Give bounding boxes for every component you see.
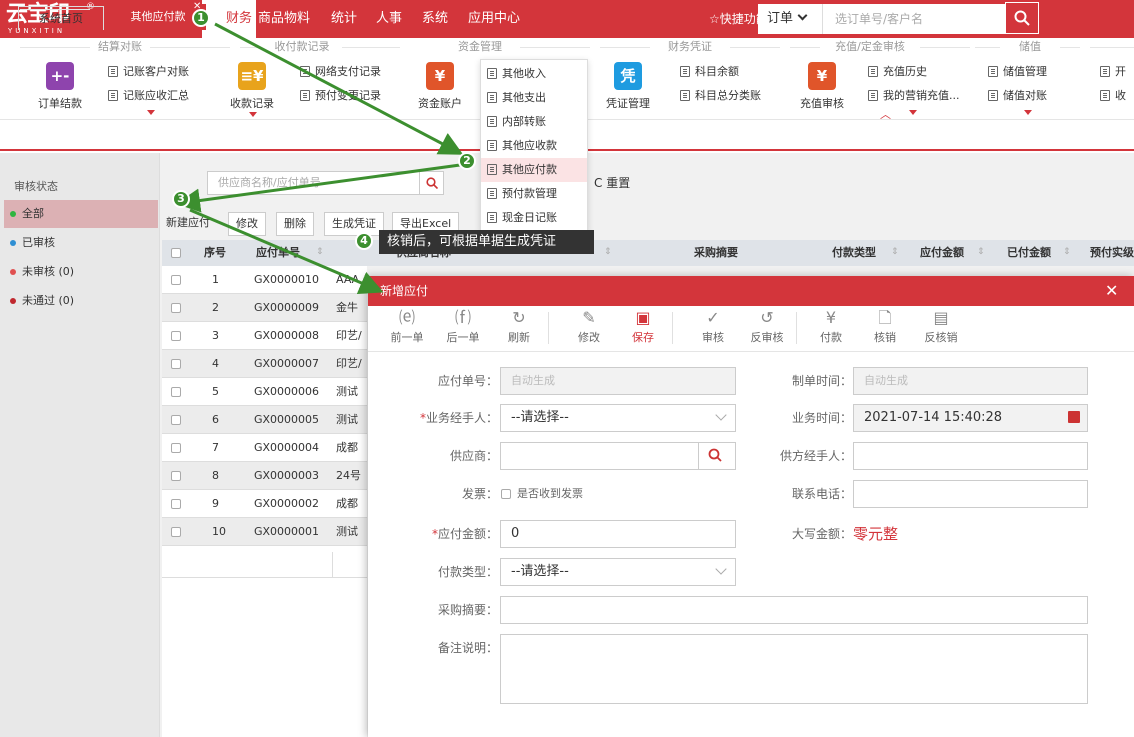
arrow-step-2 <box>176 163 461 213</box>
tutorial-arrows <box>176 22 464 294</box>
step-badge-1: 1 <box>192 9 210 27</box>
arrow-step-3 <box>189 208 384 294</box>
step-badge-2: 2 <box>458 152 476 170</box>
arrow-step-1 <box>214 22 464 155</box>
step-badge-3: 3 <box>172 190 190 208</box>
step-4-tooltip: 核销后，可根据单据生成凭证 <box>379 230 594 254</box>
step-badge-4: 4 <box>355 232 373 250</box>
